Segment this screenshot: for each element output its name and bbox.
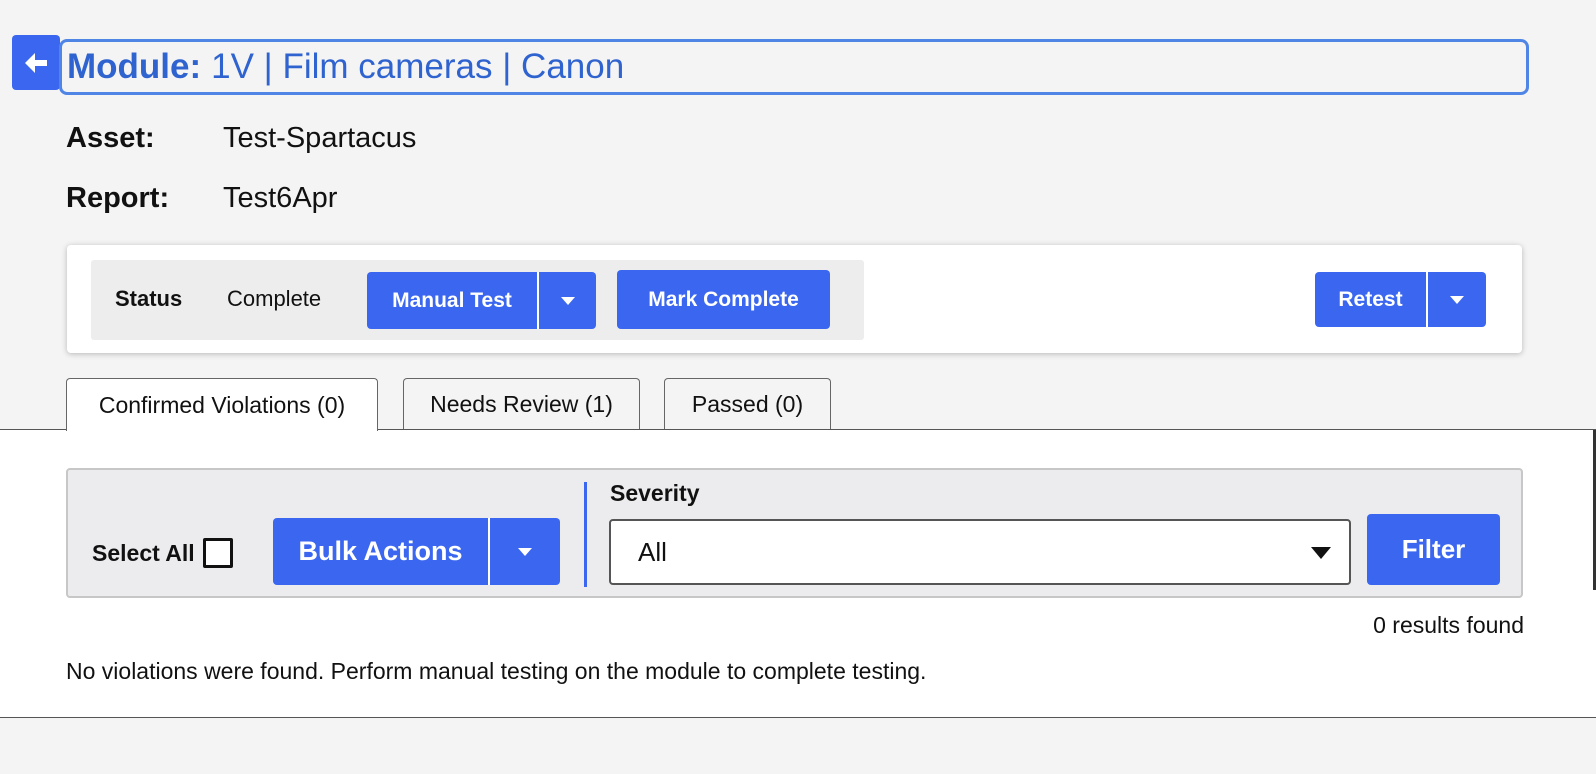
page-title[interactable]: Module: 1V | Film cameras | Canon	[59, 39, 1529, 95]
manual-test-split-button: Manual Test	[367, 272, 596, 329]
status-card: Status Complete Manual Test Mark Complet…	[67, 245, 1522, 353]
arrow-left-icon	[25, 52, 47, 73]
report-value: Test6Apr	[223, 182, 338, 214]
status-label: Status	[115, 286, 183, 311]
tab-needs-review[interactable]: Needs Review (1)	[403, 378, 640, 430]
bulk-actions-dropdown-button[interactable]	[488, 518, 560, 585]
retest-split-button: Retest	[1315, 272, 1486, 327]
asset-row: Asset: Test-Spartacus	[66, 122, 416, 155]
module-label: Module:	[67, 47, 202, 86]
status-group: Status Complete Manual Test Mark Complet…	[91, 260, 864, 340]
chevron-down-icon	[1311, 547, 1331, 559]
back-button[interactable]	[12, 35, 60, 90]
results-count: 0 results found	[1373, 612, 1524, 638]
filter-divider	[584, 482, 587, 587]
filter-panel: Select All Bulk Actions Severity All Fil…	[66, 468, 1523, 598]
asset-label: Asset:	[66, 122, 155, 154]
tab-confirmed-violations[interactable]: Confirmed Violations (0)	[66, 378, 378, 431]
asset-value: Test-Spartacus	[223, 122, 417, 154]
manual-test-button[interactable]: Manual Test	[367, 289, 537, 313]
tab-passed[interactable]: Passed (0)	[664, 378, 831, 430]
chevron-down-icon	[1450, 295, 1464, 304]
status-value: Complete	[227, 286, 322, 311]
select-all-checkbox[interactable]	[202, 538, 233, 568]
manual-test-dropdown-button[interactable]	[537, 272, 596, 329]
severity-label: Severity	[610, 480, 700, 506]
retest-dropdown-button[interactable]	[1426, 272, 1486, 327]
module-title: 1V | Film cameras | Canon	[211, 47, 625, 86]
empty-message: No violations were found. Perform manual…	[66, 658, 927, 684]
bulk-actions-button[interactable]: Bulk Actions	[273, 536, 488, 567]
chevron-down-icon	[560, 296, 575, 305]
select-all: Select All	[92, 538, 233, 568]
bulk-actions-split-button: Bulk Actions	[273, 518, 560, 585]
retest-button[interactable]: Retest	[1315, 288, 1426, 312]
mark-complete-button[interactable]: Mark Complete	[617, 270, 830, 329]
severity-select[interactable]: All	[609, 519, 1351, 585]
filter-button[interactable]: Filter	[1367, 514, 1500, 585]
report-label: Report:	[66, 182, 170, 214]
severity-selected-value: All	[638, 536, 667, 567]
select-all-label: Select All	[92, 539, 195, 566]
tab-content-panel: Select All Bulk Actions Severity All Fil…	[0, 429, 1596, 718]
chevron-down-icon	[518, 547, 532, 556]
report-row: Report: Test6Apr	[66, 182, 337, 215]
